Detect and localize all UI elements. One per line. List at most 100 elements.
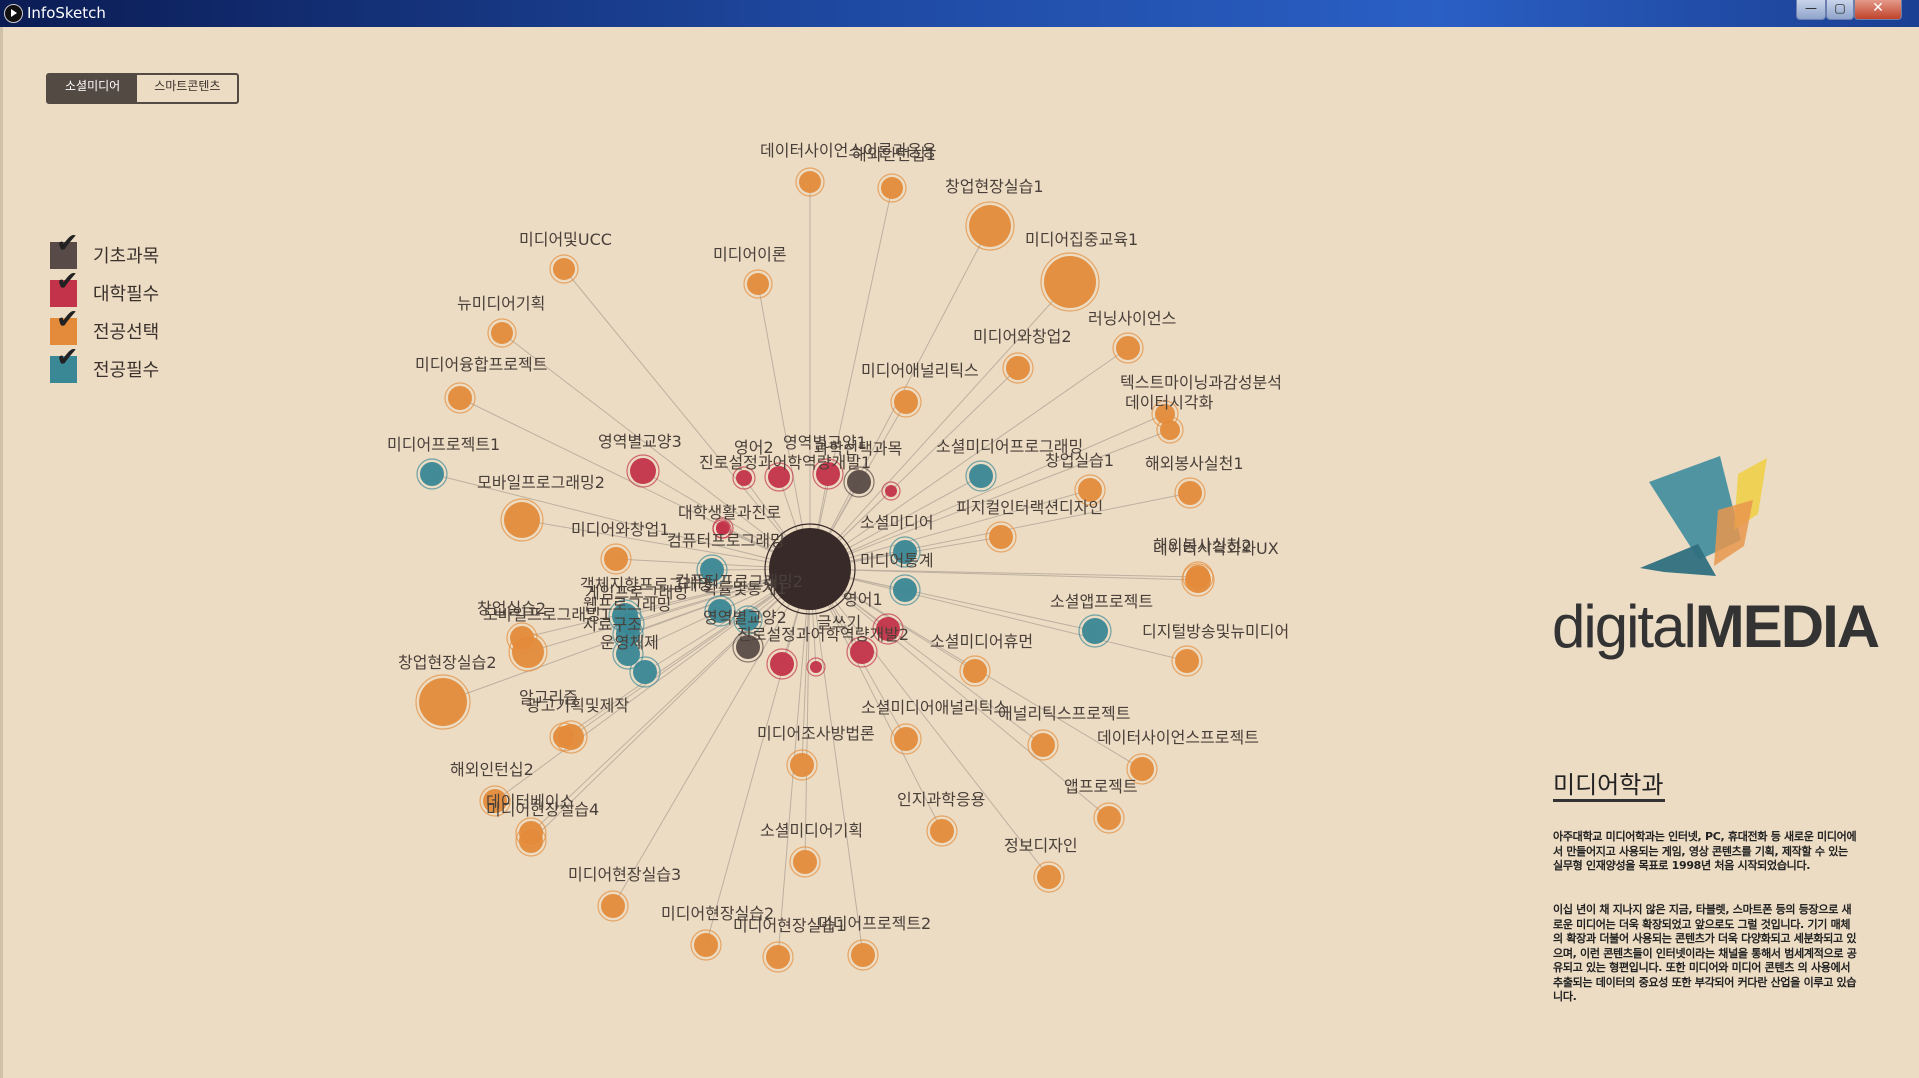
course-label: 대학생활과진로 xyxy=(678,503,781,522)
course-node[interactable] xyxy=(747,273,769,295)
course-node[interactable] xyxy=(894,390,918,414)
course-node[interactable] xyxy=(1044,256,1096,308)
course-node[interactable] xyxy=(630,458,656,484)
course-label: 진로설정과어학역량개발2 xyxy=(737,625,909,644)
course-node[interactable] xyxy=(930,819,954,843)
course-label: 미디어프로젝트1 xyxy=(387,435,500,454)
course-node[interactable] xyxy=(1160,420,1180,440)
course-node[interactable] xyxy=(553,258,575,280)
course-label: 해외봉사실천2 xyxy=(1153,536,1252,555)
course-node[interactable] xyxy=(881,177,903,199)
course-node[interactable] xyxy=(601,894,625,918)
course-node[interactable] xyxy=(448,386,472,410)
course-node[interactable] xyxy=(1006,356,1030,380)
course-node[interactable] xyxy=(969,464,993,488)
course-label: 데이터사이언스프로젝트 xyxy=(1097,728,1259,747)
course-node[interactable] xyxy=(1031,733,1055,757)
course-node[interactable] xyxy=(736,470,752,486)
graph-edge xyxy=(757,283,811,570)
course-node[interactable] xyxy=(894,727,918,751)
course-label: 미디어와창업1 xyxy=(571,520,670,539)
course-node[interactable] xyxy=(799,171,821,193)
course-node[interactable] xyxy=(969,205,1011,247)
course-node[interactable] xyxy=(1082,618,1108,644)
course-node[interactable] xyxy=(519,829,543,853)
course-node[interactable] xyxy=(420,462,444,486)
course-label: 미디어애널리틱스 xyxy=(861,361,979,380)
title-underline xyxy=(1553,799,1665,802)
course-label: 소셜미디어애널리틱스 xyxy=(861,698,1008,717)
course-label: 텍스트마이닝과감성분석 xyxy=(1120,373,1282,392)
course-label: 창업현장실습2 xyxy=(398,653,497,672)
course-node[interactable] xyxy=(766,945,790,969)
course-node[interactable] xyxy=(504,502,540,538)
graph-edge xyxy=(809,568,1199,578)
course-node[interactable] xyxy=(604,547,628,571)
course-node[interactable] xyxy=(1037,865,1061,889)
course-label: 인지과학응용 xyxy=(897,790,985,809)
course-label: 운영체제 xyxy=(600,633,659,652)
course-label: 자료구조 xyxy=(583,615,642,634)
course-label: 피지컬인터랙션디자인 xyxy=(956,498,1103,517)
course-label: 데이터시각화 xyxy=(1125,393,1214,412)
graph-edge xyxy=(804,568,811,863)
course-label: 정보디자인 xyxy=(1004,836,1078,855)
course-label: 애널리틱스프로젝트 xyxy=(998,704,1130,723)
course-label: 과학선택과목 xyxy=(814,439,902,458)
course-node[interactable] xyxy=(694,933,718,957)
course-node[interactable] xyxy=(633,660,657,684)
course-node[interactable] xyxy=(512,636,544,668)
course-label: 소셜미디어기획 xyxy=(760,821,863,840)
course-label: 해외인턴십2 xyxy=(450,760,534,779)
course-label: 컴퓨터프로그래밍 xyxy=(667,531,785,550)
course-label: 미디어와창업2 xyxy=(973,327,1072,346)
course-label: 미디어현장실습4 xyxy=(486,800,599,819)
course-label: 디지털방송및뉴미디어 xyxy=(1142,622,1289,641)
course-node[interactable] xyxy=(491,322,513,344)
course-label: 러닝사이언스 xyxy=(1088,309,1176,328)
course-label: 미디어이론 xyxy=(713,245,787,264)
course-label: 영역별교양3 xyxy=(598,432,682,451)
course-node[interactable] xyxy=(793,850,817,874)
logo-text-light: digital xyxy=(1552,593,1697,660)
course-node[interactable] xyxy=(1175,649,1199,673)
course-label: 소셜앱프로젝트 xyxy=(1050,592,1153,611)
course-label: 게임프로그래밍 xyxy=(585,583,688,602)
course-label: 소셜미디어휴먼 xyxy=(930,632,1033,651)
course-node[interactable] xyxy=(1186,565,1210,589)
course-node[interactable] xyxy=(893,578,917,602)
course-label: 소셜미디어 xyxy=(860,513,934,532)
course-label: 모바일프로그래밍2 xyxy=(477,473,605,492)
course-node[interactable] xyxy=(810,661,822,673)
course-node[interactable] xyxy=(790,753,814,777)
course-label: 미디어집중교육1 xyxy=(1025,230,1138,249)
course-label: 확률및통계1 xyxy=(703,579,787,598)
course-node[interactable] xyxy=(885,485,897,497)
course-label: 미디어조사방법론 xyxy=(757,724,875,743)
course-label: 해외인턴십1 xyxy=(852,145,936,164)
course-node[interactable] xyxy=(419,678,467,726)
department-description-1: 아주대학교 미디어학과는 인터넷, PC, 휴대전화 등 새로운 미디어에서 만… xyxy=(1553,830,1857,872)
course-node[interactable] xyxy=(1116,336,1140,360)
course-label: 앱프로젝트 xyxy=(1064,777,1138,796)
department-description-2: 이십 년이 채 지나지 않은 지금, 타블렛, 스마트폰 등의 등장으로 새로운… xyxy=(1553,903,1857,1003)
course-node[interactable] xyxy=(770,652,794,676)
course-node[interactable] xyxy=(847,470,871,494)
course-label: 해외봉사실천1 xyxy=(1145,454,1244,473)
department-title: 미디어학과 xyxy=(1553,771,1664,799)
course-node[interactable] xyxy=(1097,806,1121,830)
course-label: 창업현장실습1 xyxy=(945,177,1044,196)
course-label: 영어1 xyxy=(843,590,883,609)
course-label: 미디어및UCC xyxy=(519,230,612,249)
logo-text-bold: MEDIA xyxy=(1694,593,1880,660)
course-label: 미디어융합프로젝트 xyxy=(415,355,547,374)
course-node[interactable] xyxy=(553,726,575,748)
course-node[interactable] xyxy=(989,525,1013,549)
course-label: 알고리즘 xyxy=(519,688,578,707)
course-label: 미디어통계 xyxy=(860,551,934,570)
course-node[interactable] xyxy=(1178,481,1202,505)
course-label: 미디어프로젝트2 xyxy=(818,914,931,933)
course-node[interactable] xyxy=(851,943,875,967)
course-node[interactable] xyxy=(963,659,987,683)
graph-edge xyxy=(809,281,1071,570)
